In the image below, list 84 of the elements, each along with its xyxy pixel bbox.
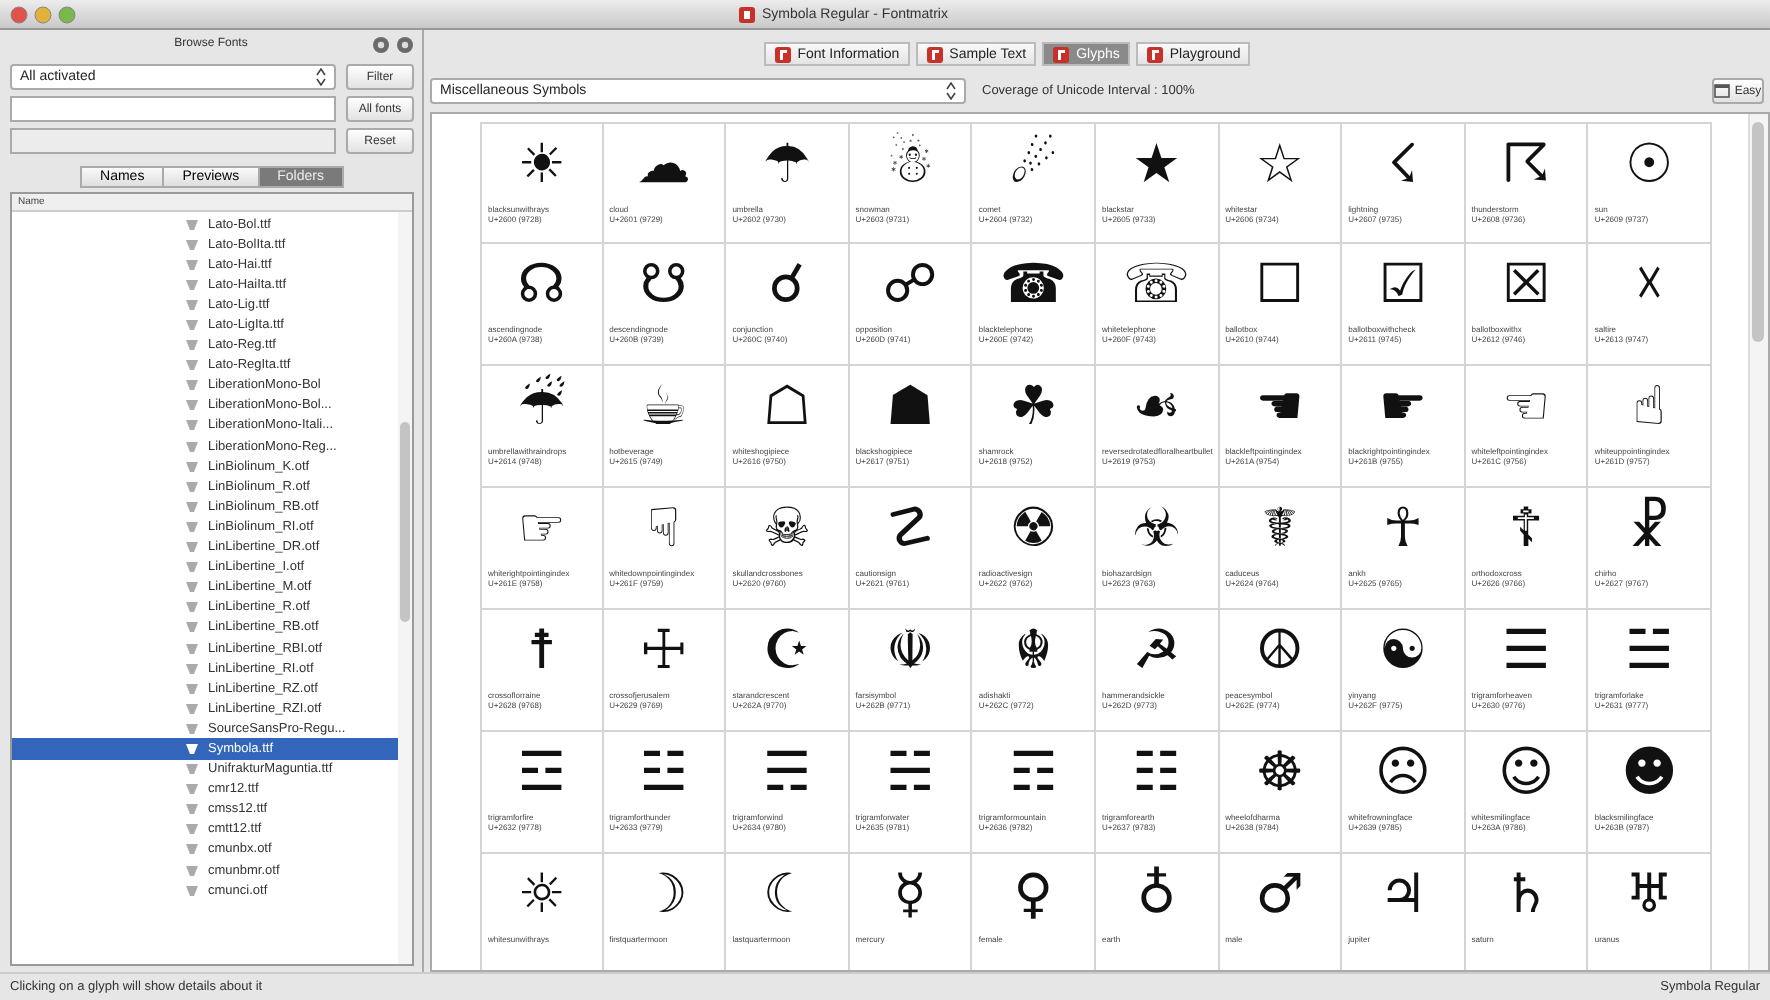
glyph: ☸ (1255, 740, 1304, 808)
glyph: ☚ (1255, 374, 1304, 442)
glyph: ☠ (762, 496, 812, 564)
glyph: ☶ (1009, 740, 1058, 808)
glyph: ☇ (1387, 132, 1419, 200)
glyph: ☓ (1634, 252, 1664, 320)
glyph: ☥ (1382, 496, 1424, 564)
glyph: ♁ (1136, 862, 1177, 930)
glyph: ♅ (1625, 862, 1674, 930)
glyph: ☦ (1508, 496, 1544, 564)
glyph: ☮ (1255, 618, 1304, 686)
glyph: ☻ (1621, 740, 1678, 808)
glyph: ☕ (639, 374, 688, 442)
glyph: ☟ (647, 496, 681, 564)
tab-icon (1145, 45, 1164, 63)
glyph: ☀ (517, 132, 566, 200)
glyph: ☘ (1009, 374, 1058, 442)
glyph: ☝ (1632, 374, 1666, 442)
search-field[interactable] (10, 96, 336, 122)
glyph: ☫ (885, 618, 935, 686)
tab-icon (925, 45, 944, 63)
glyph: ☼ (517, 862, 566, 930)
glyph: ♃ (1378, 862, 1428, 930)
glyph: ♂ (1255, 862, 1304, 930)
updown-icon (316, 68, 326, 86)
glyph: ☂ (762, 132, 812, 200)
glyph: ☺ (1497, 740, 1555, 808)
glyph: ☡ (885, 496, 935, 564)
glyph: ☙ (1132, 374, 1181, 442)
scrollbar[interactable] (398, 212, 412, 964)
glyph: ☗ (885, 374, 935, 442)
glyph: ☢ (1009, 496, 1058, 564)
glyph: ☲ (517, 740, 566, 808)
window-icon (1714, 84, 1731, 98)
scroll-thumb[interactable] (1752, 122, 1764, 342)
glyph: ☤ (1261, 496, 1298, 564)
updown-icon (946, 82, 956, 100)
glyph: ☪ (762, 618, 812, 686)
glyph: ☄ (1009, 132, 1058, 200)
glyph: ☷ (1132, 740, 1181, 808)
glyph: ☵ (885, 740, 935, 808)
app-icon (738, 5, 756, 23)
glyph: ☖ (762, 374, 812, 442)
glyph: ☑ (1378, 252, 1428, 320)
glyph: ♀ (1013, 862, 1054, 930)
tab-icon (1052, 45, 1071, 63)
glyph: ☳ (639, 740, 688, 808)
glyph: ☧ (1628, 494, 1671, 564)
glyph: ☹ (1374, 740, 1432, 808)
filter-field[interactable] (10, 128, 336, 154)
glyph: ☒ (1501, 252, 1551, 320)
glyph: ☯ (1378, 618, 1428, 686)
glyph: ☭ (1132, 618, 1181, 686)
glyph: ☽ (639, 862, 688, 930)
glyph: ☁ (636, 132, 691, 200)
glyph: ☊ (517, 252, 566, 320)
glyph: ☆ (1255, 132, 1304, 200)
glyph: ☰ (1501, 618, 1551, 686)
glyph: ☿ (893, 862, 927, 930)
glyph: ☬ (1014, 618, 1053, 686)
glyph: ☉ (1625, 132, 1674, 200)
glyph: ☱ (1625, 618, 1674, 686)
scrollbar[interactable] (1748, 114, 1768, 970)
glyph: ☾ (762, 862, 812, 930)
glyph: ☞ (517, 496, 566, 564)
glyph: ☴ (762, 740, 812, 808)
glyph: ☛ (1378, 374, 1428, 442)
glyph: ☩ (639, 618, 688, 686)
glyph: ☜ (1501, 374, 1551, 442)
glyph: ☃ (885, 130, 935, 200)
glyph: ♄ (1501, 862, 1551, 930)
glyph: ☐ (1255, 252, 1304, 320)
glyph: ☔ (517, 372, 566, 442)
glyph: ☋ (639, 252, 688, 320)
glyph: ★ (1132, 132, 1181, 200)
scroll-thumb[interactable] (400, 422, 410, 622)
glyph: ☈ (1501, 132, 1551, 200)
glyph: ☎ (999, 252, 1067, 320)
glyph: ☌ (768, 252, 806, 320)
glyph: ☨ (526, 618, 557, 686)
glyph: ☣ (1132, 496, 1181, 564)
glyph: ☏ (1122, 252, 1191, 320)
glyph: ☍ (882, 252, 938, 320)
tab-icon (773, 45, 792, 63)
